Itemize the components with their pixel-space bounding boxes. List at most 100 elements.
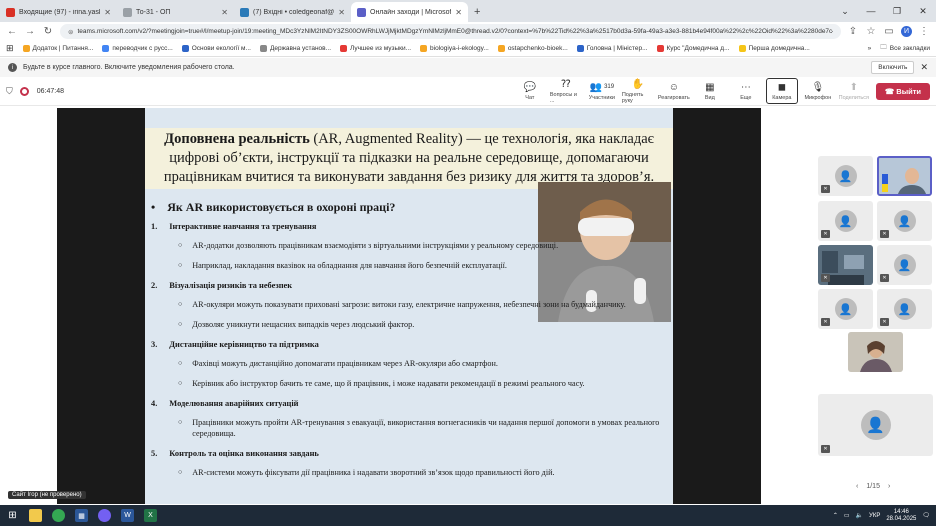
- next-page-icon[interactable]: ›: [888, 483, 890, 490]
- toolbar-icon: 💬: [523, 81, 537, 93]
- toolbar-button[interactable]: ⋯ Еще: [730, 81, 762, 102]
- notification-text: Будьте в курсе главного. Включите уведом…: [23, 64, 235, 71]
- toolbar-icon: ☺: [668, 81, 679, 93]
- bookmark-item[interactable]: переводчик с русс...: [102, 45, 173, 52]
- all-bookmarks-folder[interactable]: 🗀 Все закладки: [880, 43, 930, 54]
- toolbar-icon: ⋯: [740, 81, 751, 93]
- leave-button[interactable]: ☎ Выйти: [875, 82, 930, 100]
- tab-favicon-icon: [357, 7, 366, 17]
- bookmark-favicon-icon: [22, 45, 30, 52]
- close-window-button[interactable]: ✕: [910, 0, 936, 22]
- window-controls: ⌄ — ❐ ✕: [832, 0, 936, 22]
- participant-tile[interactable]: 👤 ✕: [818, 289, 873, 329]
- participant-tile[interactable]: 👤 ✕: [877, 201, 932, 241]
- slide-section-heading: 5. Контроль та оцінка виконання завдань: [151, 448, 671, 459]
- toolbar-button[interactable]: 🎙 Микрофон: [802, 81, 834, 102]
- participant-tile[interactable]: 👤 ✕: [877, 289, 932, 329]
- close-tab-icon[interactable]: ✕: [338, 8, 345, 17]
- bookmark-item[interactable]: Державна установ...: [259, 45, 331, 52]
- windows-start-icon[interactable]: ⊞: [6, 509, 19, 522]
- profile-avatar[interactable]: И: [901, 26, 912, 37]
- tab-title: (7) Вхідні • coledgeonaf@ukr.net: [253, 8, 335, 16]
- file-explorer-icon[interactable]: [29, 509, 42, 522]
- participant-tile[interactable]: 👤 ✕: [877, 245, 932, 285]
- forward-button[interactable]: →: [24, 26, 36, 37]
- minimize-button[interactable]: —: [858, 0, 884, 22]
- toolbar-button[interactable]: ⬆ Поделиться: [838, 81, 870, 102]
- network-icon[interactable]: ▭: [844, 512, 850, 519]
- viber-icon[interactable]: [98, 509, 111, 522]
- bookmark-star-icon[interactable]: ☆: [865, 26, 877, 37]
- reload-button[interactable]: ↻: [42, 26, 54, 37]
- chrome-icon[interactable]: [52, 509, 65, 522]
- mic-off-icon: ✕: [880, 318, 889, 326]
- word-icon[interactable]: W: [121, 509, 134, 522]
- close-notification-icon[interactable]: ✕: [920, 62, 928, 73]
- browser-tab[interactable]: (7) Вхідні • coledgeonaf@ukr.net ✕: [234, 2, 351, 22]
- app-icon[interactable]: ▦: [75, 509, 88, 522]
- circle-bullet-icon: ○: [178, 468, 183, 476]
- bookmarks-overflow-icon[interactable]: »: [868, 45, 872, 52]
- previous-page-icon[interactable]: ‹: [856, 483, 858, 490]
- address-bar: ← → ↻ ⊜ teams.microsoft.com/v2/?meetingj…: [0, 22, 936, 41]
- bookmark-item[interactable]: Головна | Міністер...: [576, 45, 648, 52]
- toolbar-button[interactable]: 💬 Чат: [514, 81, 546, 102]
- point-text: AR-окуляри можуть показувати приховані з…: [192, 300, 626, 309]
- participant-video: [848, 332, 903, 372]
- notification-banner: i Будьте в курсе главного. Включите увед…: [0, 58, 936, 77]
- bookmark-item[interactable]: Лучшее из музыки...: [340, 45, 411, 52]
- volume-icon[interactable]: 🔈: [856, 512, 863, 519]
- maximize-button[interactable]: ❐: [884, 0, 910, 22]
- toolbar-icon: ◼: [777, 81, 786, 93]
- toolbar-button[interactable]: ⁇ Вопросы и ...: [550, 78, 582, 105]
- bookmark-item[interactable]: Курс "Домедична д...: [656, 45, 730, 52]
- share-icon[interactable]: ⇪: [847, 26, 859, 37]
- point-text: Працівники можуть пройти AR-тренування з…: [192, 418, 660, 438]
- bookmark-item[interactable]: Основи екології м...: [181, 45, 251, 52]
- participant-tile[interactable]: 👤 ✕: [818, 201, 873, 241]
- tray-chevron-icon[interactable]: ⌃: [833, 512, 838, 519]
- notifications-icon[interactable]: 🗨: [922, 512, 930, 519]
- section-title: Моделювання аварійних ситуацій: [169, 399, 299, 408]
- shared-screen-letterbox-right: [673, 108, 761, 504]
- point-text: Фахівці можуть дистанційно допомагати пр…: [192, 359, 498, 368]
- bookmark-favicon-icon: [340, 45, 348, 52]
- new-tab-button[interactable]: +: [468, 2, 486, 22]
- extensions-icon[interactable]: ▭: [883, 26, 895, 37]
- browser-tab[interactable]: Входящие (97) - irina.yashchuk... ✕: [0, 2, 117, 22]
- slide-point: ○ AR-системи можуть фіксувати дії працівн…: [151, 467, 671, 478]
- window-list-icon[interactable]: ⌄: [832, 0, 858, 22]
- self-view-tile[interactable]: 👤 ✕: [818, 394, 933, 456]
- slide-point: ○ Фахівці можуть дистанційно допомагати п…: [151, 358, 671, 369]
- browser-tab[interactable]: То-31 - ОП ✕: [117, 2, 234, 22]
- participant-tile[interactable]: 👤 ✕: [818, 156, 873, 196]
- mic-off-icon: ✕: [821, 230, 830, 238]
- site-info-icon[interactable]: ⊜: [68, 28, 73, 36]
- excel-icon[interactable]: X: [144, 509, 157, 522]
- language-indicator[interactable]: УКР: [869, 513, 880, 519]
- bookmark-favicon-icon: [420, 45, 428, 52]
- toolbar-button[interactable]: ▦ Вид: [694, 81, 726, 102]
- close-tab-icon[interactable]: ✕: [221, 8, 228, 17]
- bookmark-item[interactable]: ostapchenko-bioek...: [497, 45, 568, 52]
- url-input[interactable]: ⊜ teams.microsoft.com/v2/?meetingjoin=tr…: [60, 24, 841, 39]
- apps-icon[interactable]: ⊞: [6, 43, 14, 54]
- toolbar-button[interactable]: 👥 319 Участники: [586, 81, 618, 102]
- browser-menu-icon[interactable]: ⋮: [918, 26, 930, 37]
- toolbar-button[interactable]: ☺ Реагировать: [658, 81, 690, 102]
- participant-tile-video[interactable]: [877, 156, 932, 196]
- bookmark-item[interactable]: Перша домедична...: [738, 45, 810, 52]
- participant-tile-video[interactable]: ✕: [818, 245, 873, 285]
- close-tab-icon[interactable]: ✕: [455, 8, 462, 17]
- clock[interactable]: 14:46 28.04.2025: [886, 509, 916, 523]
- toolbar-button[interactable]: ✋ Поднять руку: [622, 78, 654, 105]
- bookmark-item[interactable]: Додаток | Питання...: [22, 45, 93, 52]
- participant-tile-video[interactable]: [848, 332, 903, 372]
- close-tab-icon[interactable]: ✕: [104, 8, 111, 17]
- browser-tab[interactable]: Онлайн заходи | Microsoft... ✕: [351, 2, 468, 22]
- bookmark-item[interactable]: biologiya-i-ekology...: [420, 45, 489, 52]
- toolbar-button[interactable]: ◼ Камера: [765, 78, 798, 104]
- circle-bullet-icon: ○: [178, 379, 183, 387]
- enable-notifications-button[interactable]: Включить: [871, 61, 915, 74]
- back-button[interactable]: ←: [6, 26, 18, 37]
